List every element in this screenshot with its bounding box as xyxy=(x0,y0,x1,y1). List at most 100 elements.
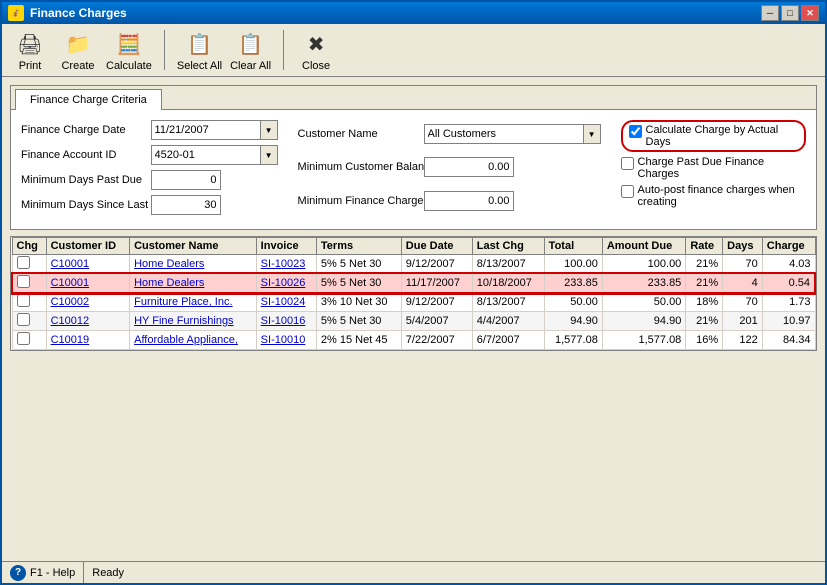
cell-due-date: 5/4/2007 xyxy=(401,312,472,331)
cell-customer-name: Affordable Appliance, xyxy=(130,331,257,350)
cell-rate: 16% xyxy=(686,331,723,350)
row-checkbox-1[interactable] xyxy=(17,275,30,288)
cell-amount-due: 94.90 xyxy=(602,312,685,331)
cell-amount-due: 50.00 xyxy=(602,293,685,312)
cell-invoice: SI-10023 xyxy=(256,255,316,274)
calc-by-actual-days-checkbox[interactable] xyxy=(629,125,642,138)
cell-terms: 5% 5 Net 30 xyxy=(316,274,401,293)
tab-finance-charge-criteria[interactable]: Finance Charge Criteria xyxy=(15,89,162,110)
cell-total: 94.90 xyxy=(544,312,602,331)
cell-charge: 84.34 xyxy=(762,331,815,350)
finance-charge-date-input[interactable] xyxy=(151,120,261,140)
col-customer-id: Customer ID xyxy=(46,238,130,255)
maximize-button[interactable]: □ xyxy=(781,5,799,21)
finance-account-id-dropdown[interactable]: ▼ xyxy=(260,145,278,165)
cell-terms: 5% 5 Net 30 xyxy=(316,312,401,331)
row-checkbox-2[interactable] xyxy=(17,294,30,307)
help-icon: ? xyxy=(10,565,26,581)
select-all-button[interactable]: 📋 Select All xyxy=(177,28,222,72)
close-button[interactable]: ✖ Close xyxy=(296,28,336,72)
finance-account-id-label: Finance Account ID xyxy=(21,149,145,161)
title-bar-controls: ─ □ ✕ xyxy=(761,5,819,21)
window-close-button[interactable]: ✕ xyxy=(801,5,819,21)
table-header-row: Chg Customer ID Customer Name Invoice Te… xyxy=(12,238,815,255)
col-terms: Terms xyxy=(316,238,401,255)
tab-content: Finance Charge Date ▼ Finance Account ID… xyxy=(11,110,816,229)
customer-name-dropdown[interactable]: ▼ xyxy=(583,124,601,144)
min-days-since-input[interactable] xyxy=(151,195,221,215)
row-checkbox-4[interactable] xyxy=(17,332,30,345)
cell-due-date: 9/12/2007 xyxy=(401,293,472,312)
main-window: 💰 Finance Charges ─ □ ✕ 🖨 Print 📁 Create… xyxy=(0,0,827,585)
cell-customer-id: C10001 xyxy=(46,255,130,274)
col-rate: Rate xyxy=(686,238,723,255)
cell-invoice: SI-10026 xyxy=(256,274,316,293)
minimize-button[interactable]: ─ xyxy=(761,5,779,21)
calculate-icon: 🧮 xyxy=(113,28,145,60)
cell-amount-due: 100.00 xyxy=(602,255,685,274)
main-content: Finance Charge Criteria Finance Charge D… xyxy=(2,77,825,561)
charge-past-due-label: Charge Past Due Finance Charges xyxy=(638,156,806,180)
cell-days: 122 xyxy=(723,331,763,350)
cell-invoice: SI-10024 xyxy=(256,293,316,312)
toolbar-separator-2 xyxy=(283,30,284,70)
toolbar: 🖨 Print 📁 Create 🧮 Calculate 📋 Select Al… xyxy=(2,24,825,77)
print-label: Print xyxy=(19,60,42,72)
clear-all-button[interactable]: 📋 Clear All xyxy=(230,28,271,72)
tab-header: Finance Charge Criteria xyxy=(11,86,816,110)
toolbar-separator xyxy=(164,30,165,70)
finance-charges-table: Chg Customer ID Customer Name Invoice Te… xyxy=(11,237,816,350)
cell-amount-due: 1,577.08 xyxy=(602,331,685,350)
finance-account-id-input[interactable] xyxy=(151,145,261,165)
col-last-chg: Last Chg xyxy=(472,238,544,255)
cell-rate: 21% xyxy=(686,255,723,274)
cell-chg xyxy=(12,274,46,293)
col-days: Days xyxy=(723,238,763,255)
select-all-label: Select All xyxy=(177,60,222,72)
window-icon: 💰 xyxy=(8,5,24,21)
window-title: Finance Charges xyxy=(30,6,127,20)
min-days-past-due-input[interactable] xyxy=(151,170,221,190)
table-row[interactable]: C10002Furniture Place, Inc.SI-100243% 10… xyxy=(12,293,815,312)
clear-all-label: Clear All xyxy=(230,60,271,72)
table-row[interactable]: C10012HY Fine FurnishingsSI-100165% 5 Ne… xyxy=(12,312,815,331)
row-checkbox-3[interactable] xyxy=(17,313,30,326)
create-button[interactable]: 📁 Create xyxy=(58,28,98,72)
cell-customer-name: HY Fine Furnishings xyxy=(130,312,257,331)
print-icon: 🖨 xyxy=(14,28,46,60)
col-invoice: Invoice xyxy=(256,238,316,255)
cell-customer-id: C10002 xyxy=(46,293,130,312)
table-row[interactable]: C10001Home DealersSI-100265% 5 Net 3011/… xyxy=(12,274,815,293)
cell-total: 50.00 xyxy=(544,293,602,312)
form-top: Finance Charge Date ▼ Finance Account ID… xyxy=(21,120,806,219)
cell-days: 4 xyxy=(723,274,763,293)
print-button[interactable]: 🖨 Print xyxy=(10,28,50,72)
calculate-button[interactable]: 🧮 Calculate xyxy=(106,28,152,72)
min-finance-charge-input[interactable] xyxy=(424,191,514,211)
customer-name-input[interactable] xyxy=(424,124,584,144)
cell-days: 70 xyxy=(723,255,763,274)
form-left: Finance Charge Date ▼ Finance Account ID… xyxy=(21,120,278,215)
table-body: C10001Home DealersSI-100235% 5 Net 309/1… xyxy=(12,255,815,350)
select-all-icon: 📋 xyxy=(183,28,215,60)
auto-post-label: Auto-post finance charges when creating xyxy=(638,184,806,208)
create-icon: 📁 xyxy=(62,28,94,60)
close-icon: ✖ xyxy=(300,28,332,60)
row-checkbox-0[interactable] xyxy=(17,256,30,269)
min-customer-balance-input[interactable] xyxy=(424,157,514,177)
table-row[interactable]: C10001Home DealersSI-100235% 5 Net 309/1… xyxy=(12,255,815,274)
finance-charge-date-label: Finance Charge Date xyxy=(21,124,145,136)
cell-charge: 4.03 xyxy=(762,255,815,274)
cell-chg xyxy=(12,331,46,350)
charge-past-due-checkbox[interactable] xyxy=(621,157,634,170)
form-mid: Customer Name ▼ Minimum Customer Balance… xyxy=(298,120,601,215)
status-bar: ? F1 - Help Ready xyxy=(2,561,825,583)
finance-charge-date-dropdown[interactable]: ▼ xyxy=(260,120,278,140)
cell-days: 201 xyxy=(723,312,763,331)
charge-past-due-row: Charge Past Due Finance Charges xyxy=(621,156,806,180)
table-row[interactable]: C10019Affordable Appliance,SI-100102% 15… xyxy=(12,331,815,350)
help-label: F1 - Help xyxy=(30,567,75,579)
auto-post-checkbox[interactable] xyxy=(621,185,634,198)
min-days-since-label: Minimum Days Since Last Charge xyxy=(21,199,145,211)
col-customer-name: Customer Name xyxy=(130,238,257,255)
